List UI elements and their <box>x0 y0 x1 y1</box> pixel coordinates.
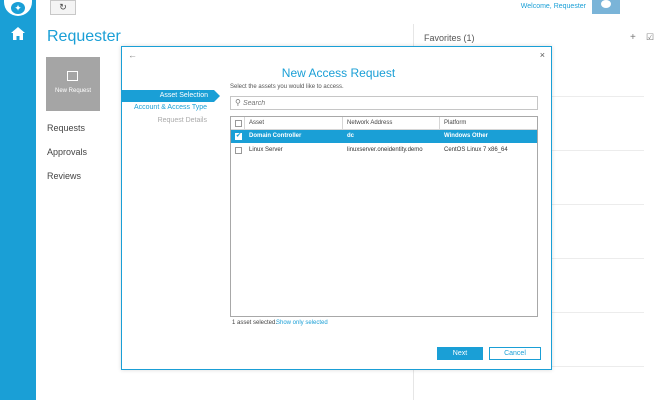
add-favorite-icon[interactable]: + <box>630 32 636 43</box>
select-favorites-icon[interactable]: ☑ <box>646 32 654 43</box>
user-avatar[interactable] <box>592 0 620 14</box>
instruction-text: Select the assets you would like to acce… <box>230 84 344 90</box>
new-request-tile[interactable]: New Request <box>46 57 100 111</box>
step-request-details: Request Details <box>157 117 207 124</box>
table-row[interactable]: Linux Server linuxserver.oneidentity.dem… <box>231 144 537 157</box>
new-access-request-dialog: ← × New Access Request Asset Selection A… <box>121 46 552 370</box>
next-button[interactable]: Next <box>437 347 483 360</box>
cancel-button[interactable]: Cancel <box>489 347 541 360</box>
refresh-button[interactable]: ↻ <box>50 0 76 15</box>
row-checkbox[interactable] <box>235 147 242 154</box>
table-header: Asset Network Address Platform <box>231 117 537 130</box>
nav-approvals[interactable]: Approvals <box>47 147 87 157</box>
platform: Windows Other <box>444 133 488 139</box>
column-divider <box>342 117 343 130</box>
platform: CentOS Linux 7 x86_64 <box>444 147 508 153</box>
asset-table: Asset Network Address Platform ✔ Domain … <box>230 116 538 317</box>
network-address: linuxserver.oneidentity.demo <box>347 147 423 153</box>
search-box[interactable]: ⚲ <box>230 96 538 110</box>
welcome-text[interactable]: Welcome, Requester <box>521 3 586 10</box>
select-all-checkbox[interactable] <box>235 120 242 127</box>
left-rail: ✦ <box>0 0 36 400</box>
dialog-title: New Access Request <box>281 66 396 80</box>
favorites-title: Favorites (1) <box>424 33 475 43</box>
column-divider <box>439 117 440 130</box>
network-address: dc <box>347 133 355 139</box>
step-asset-selection[interactable]: Asset Selection <box>122 90 220 102</box>
app-logo[interactable]: ✦ <box>4 0 32 16</box>
new-request-icon <box>67 71 78 81</box>
nav-requests[interactable]: Requests <box>47 123 85 133</box>
step-account-access-type[interactable]: Account & Access Type <box>134 104 207 111</box>
home-button[interactable] <box>0 22 36 44</box>
user-icon <box>601 0 611 8</box>
back-arrow-icon[interactable]: ← <box>128 50 137 60</box>
nav-reviews[interactable]: Reviews <box>47 171 81 181</box>
column-network-address[interactable]: Network Address <box>347 117 392 130</box>
asset-name: Domain Controller <box>249 133 302 139</box>
search-input[interactable] <box>243 98 533 108</box>
column-divider <box>244 117 245 130</box>
logo-icon: ✦ <box>11 2 25 14</box>
table-row[interactable]: ✔ Domain Controller dc Windows Other <box>231 130 537 143</box>
close-icon[interactable]: × <box>540 50 545 60</box>
column-platform[interactable]: Platform <box>444 117 466 130</box>
selection-count: 1 asset selected. <box>232 320 278 326</box>
home-icon <box>11 26 25 40</box>
show-only-selected-link[interactable]: Show only selected <box>276 320 328 326</box>
refresh-icon: ↻ <box>59 2 67 12</box>
new-request-label: New Request <box>54 88 92 94</box>
page-title: Requester <box>47 28 121 45</box>
column-asset[interactable]: Asset <box>249 117 264 130</box>
search-icon: ⚲ <box>235 98 241 107</box>
row-checkbox[interactable]: ✔ <box>235 133 242 140</box>
asset-name: Linux Server <box>249 147 283 153</box>
